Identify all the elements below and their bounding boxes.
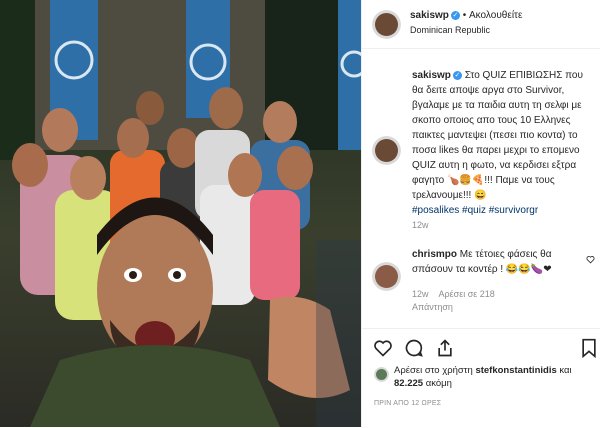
reply-button[interactable]: Απάντηση [412, 300, 453, 315]
verified-badge-icon: ✓ [450, 11, 460, 20]
instagram-post: sakiswp ✓ • Ακολουθείτε Dominican Republi… [0, 0, 600, 427]
post-timestamp[interactable]: ΠΡΙΝ ΑΠΟ 12 ΩΡΕΣ [374, 396, 441, 411]
likes-summary: Αρέσει στο χρήστη stefkonstantinidis και… [394, 364, 594, 390]
caption: sakiswp ✓ Στο QUIZ ΕΠΙΒΙΩΣΗΣ που θα δειτε… [412, 68, 594, 218]
author-avatar[interactable] [372, 10, 401, 39]
comment-icon[interactable] [404, 338, 424, 358]
hashtag[interactable]: #survivorgr [489, 205, 538, 216]
post-photo[interactable] [0, 0, 361, 427]
location-link[interactable]: Dominican Republic [410, 23, 490, 38]
post-header: sakiswp ✓ • Ακολουθείτε Dominican Republi… [362, 0, 600, 49]
share-icon[interactable] [435, 338, 455, 358]
hashtag[interactable]: #quiz [462, 205, 486, 216]
caption-username[interactable]: sakiswp [412, 70, 451, 81]
author-username[interactable]: sakiswp [410, 10, 449, 21]
verified-badge-icon: ✓ [452, 71, 462, 80]
comment-likes[interactable]: Αρέσει σε 218 [439, 289, 495, 299]
hashtag[interactable]: #posalikes [412, 205, 459, 216]
header-line: sakiswp ✓ • Ακολουθείτε [410, 8, 595, 23]
likes-suffix: ακόμη [425, 378, 452, 389]
caption-time[interactable]: 12w [412, 218, 429, 233]
post-side-panel: sakiswp ✓ • Ακολουθείτε Dominican Republi… [361, 0, 600, 427]
header-separator: • [462, 10, 467, 21]
commenter-username[interactable]: chrismpo [412, 249, 457, 260]
actions-section: Αρέσει στο χρήστη stefkonstantinidis και… [362, 328, 600, 428]
likes-count[interactable]: 82.225 [394, 378, 423, 389]
follow-status-button[interactable]: Ακολουθείτε [469, 10, 522, 21]
caption-author-avatar[interactable] [372, 136, 401, 165]
commenter-avatar[interactable] [372, 262, 401, 291]
likes-middle: και [559, 365, 572, 376]
caption-text: Στο QUIZ ΕΠΙΒΙΩΣΗΣ που θα δειτε αποψε αρ… [412, 70, 583, 201]
bookmark-icon[interactable] [581, 338, 597, 358]
comment-heart-icon[interactable] [586, 255, 595, 264]
selfie-photo [0, 0, 361, 427]
comment: chrismpo Με τέτοιες φάσεις θα σπάσουν τα… [412, 247, 582, 277]
liker-avatar[interactable] [374, 367, 389, 382]
comment-time[interactable]: 12w [412, 289, 429, 299]
heart-icon[interactable] [373, 338, 393, 358]
liker-username[interactable]: stefkonstantinidis [475, 365, 556, 376]
likes-prefix: Αρέσει στο χρήστη [394, 365, 473, 376]
